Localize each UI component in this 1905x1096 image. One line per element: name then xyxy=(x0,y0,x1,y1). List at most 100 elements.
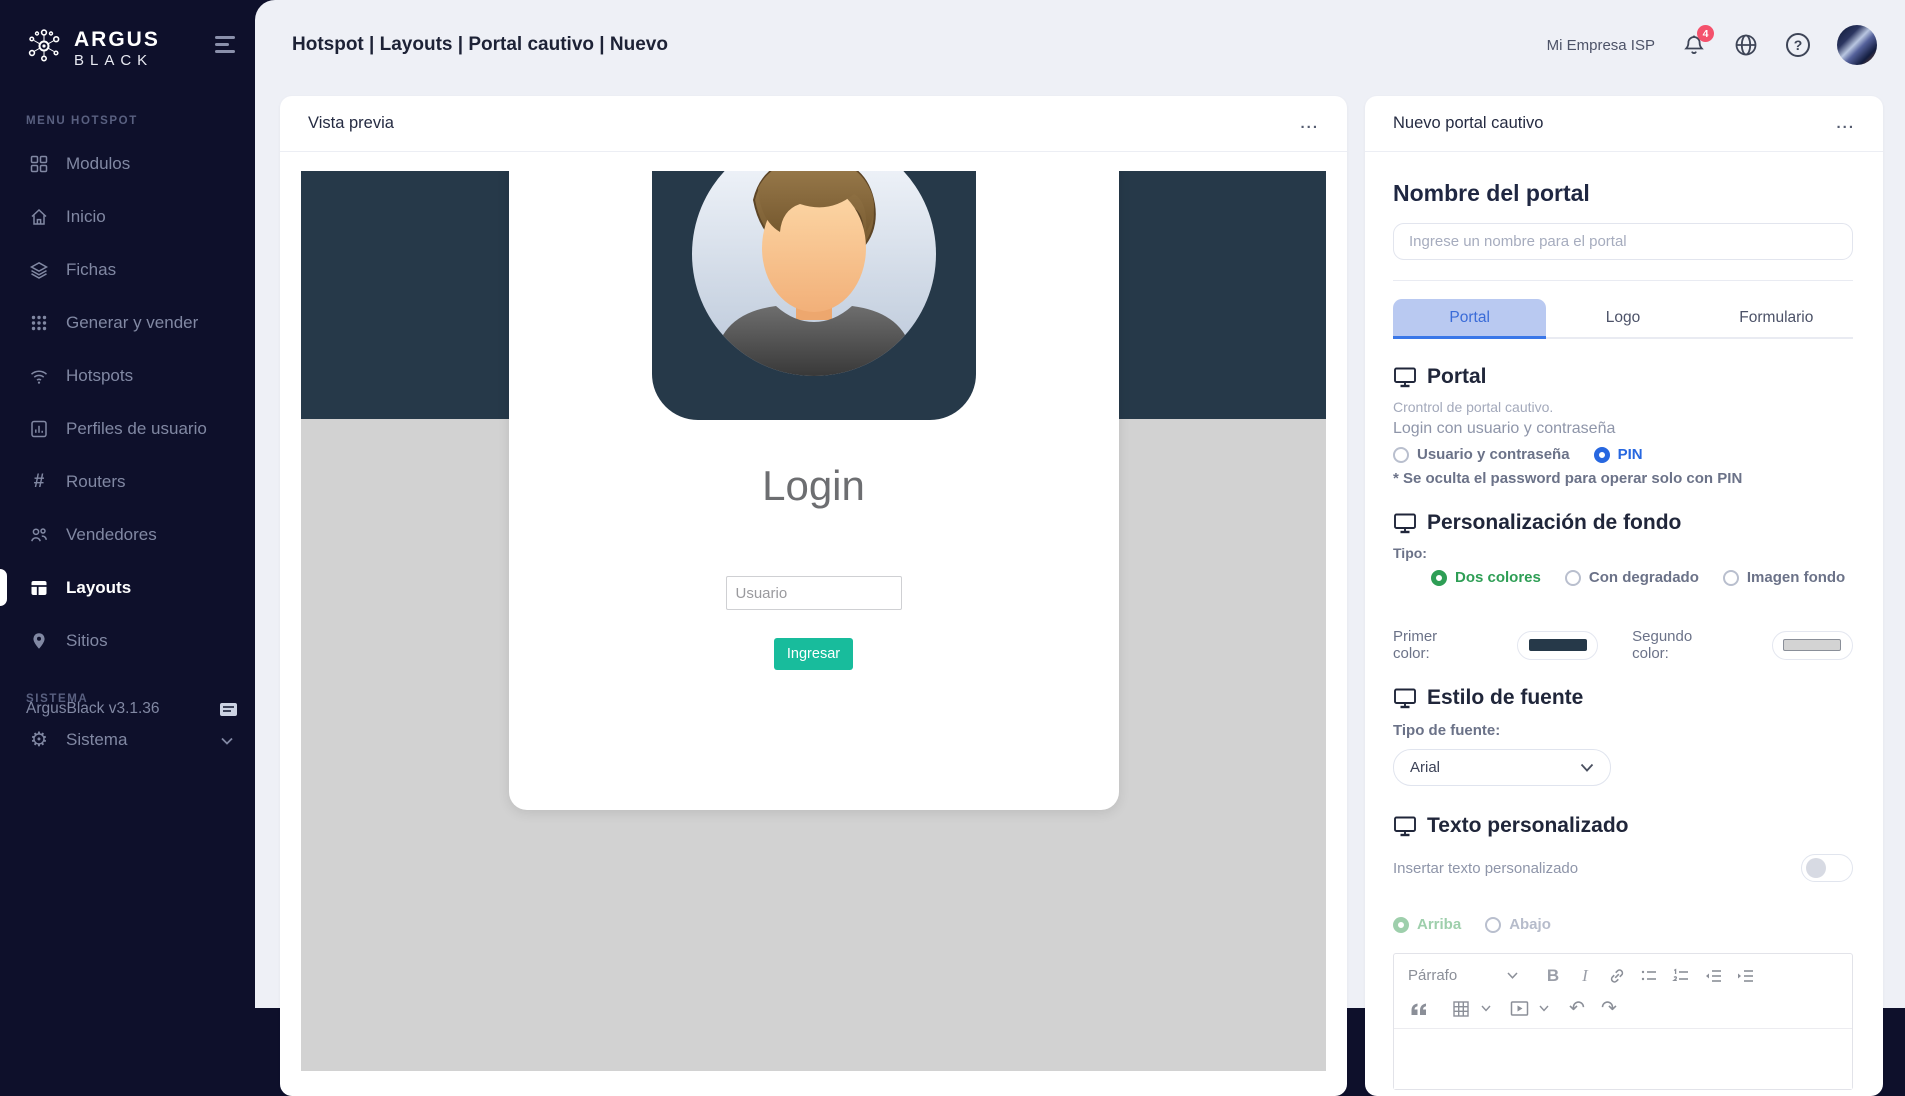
notifications-bell-icon[interactable]: 4 xyxy=(1681,32,1707,58)
portal-name-input[interactable] xyxy=(1393,223,1853,260)
sidebar-item-perfiles-de-usuario[interactable]: Perfiles de usuario xyxy=(0,402,255,455)
hash-icon: # xyxy=(28,471,50,493)
radio-label: Usuario y contraseña xyxy=(1417,446,1570,463)
paragraph-style-dropdown[interactable]: Párrafo xyxy=(1404,962,1522,990)
top-bar: Hotspot | Layouts | Portal cautivo | Nue… xyxy=(255,0,1905,90)
tab-formulario[interactable]: Formulario xyxy=(1700,299,1853,337)
home-icon xyxy=(28,206,50,228)
sidebar-footer: ArgusBlack v3.1.36 xyxy=(26,700,237,718)
molecule-logo-icon xyxy=(24,26,64,71)
segundo-color-label: Segundo color: xyxy=(1632,628,1732,662)
divider xyxy=(1393,280,1853,281)
radio-label: Abajo xyxy=(1509,916,1551,933)
tipo-label: Tipo: xyxy=(1393,545,1853,561)
card-menu-icon[interactable]: ... xyxy=(1300,121,1319,127)
sidebar-item-routers[interactable]: # Routers xyxy=(0,455,255,508)
radio-imagen-fondo[interactable]: Imagen fondo xyxy=(1723,569,1845,586)
sidebar-item-label: Fichas xyxy=(66,260,116,280)
primer-color-picker[interactable] xyxy=(1517,631,1598,660)
company-name: Mi Empresa ISP xyxy=(1547,37,1655,54)
radio-label: PIN xyxy=(1618,446,1643,463)
sidebar-item-sitios[interactable]: Sitios xyxy=(0,614,255,667)
breadcrumb: Hotspot | Layouts | Portal cautivo | Nue… xyxy=(292,34,668,56)
login-form: Ingresar xyxy=(509,576,1119,670)
fuente-section-heading: Estilo de fuente xyxy=(1393,686,1853,710)
monitor-icon xyxy=(1393,814,1417,838)
chevron-down-icon[interactable] xyxy=(1478,995,1494,1023)
username-input[interactable] xyxy=(726,576,902,610)
dots-grid-icon xyxy=(28,312,50,334)
radio-pin[interactable]: PIN xyxy=(1594,446,1643,463)
panel-title: Nuevo portal cautivo xyxy=(1393,114,1543,133)
sidebar-item-vendedores[interactable]: Vendedores xyxy=(0,508,255,561)
chevron-down-icon xyxy=(221,730,233,750)
radio-arriba[interactable]: Arriba xyxy=(1393,916,1461,933)
radio-label: Dos colores xyxy=(1455,569,1541,586)
italic-icon[interactable]: I xyxy=(1570,962,1600,990)
insert-table-icon[interactable] xyxy=(1446,995,1476,1023)
portal-desc1: Crontrol de portal cautivo. xyxy=(1393,399,1853,415)
portal-preview: Login Ingresar xyxy=(301,171,1326,1071)
user-avatar[interactable] xyxy=(1837,25,1877,65)
outdent-icon[interactable] xyxy=(1698,962,1728,990)
numbered-list-icon[interactable] xyxy=(1666,962,1696,990)
chevron-down-icon[interactable] xyxy=(1536,995,1552,1023)
radio-label: Con degradado xyxy=(1589,569,1699,586)
insert-media-icon[interactable] xyxy=(1504,995,1534,1023)
font-select[interactable]: Arial xyxy=(1393,749,1611,786)
brand-text: ARGUS BLACK xyxy=(74,29,160,68)
help-icon[interactable]: ? xyxy=(1785,32,1811,58)
radio-abajo[interactable]: Abajo xyxy=(1485,916,1551,933)
sidebar-item-hotspots[interactable]: Hotspots xyxy=(0,349,255,402)
editor-toolbar: Párrafo B I xyxy=(1394,954,1852,1028)
topbar-actions: Mi Empresa ISP 4 ? xyxy=(1547,0,1877,90)
language-globe-icon[interactable] xyxy=(1733,32,1759,58)
colors-row: Primer color: Segundo color: xyxy=(1393,628,1853,662)
undo-icon[interactable]: ↶ xyxy=(1562,995,1592,1023)
sidebar-item-label: Sitios xyxy=(66,631,108,651)
font-select-value: Arial xyxy=(1410,759,1440,776)
indent-icon[interactable] xyxy=(1730,962,1760,990)
radio-con-degradado[interactable]: Con degradado xyxy=(1565,569,1699,586)
bold-icon[interactable]: B xyxy=(1538,962,1568,990)
person-avatar-icon xyxy=(684,171,944,388)
layers-icon xyxy=(28,259,50,281)
link-icon[interactable] xyxy=(1602,962,1632,990)
sidebar-collapse-icon[interactable] xyxy=(215,36,235,57)
chevron-down-icon xyxy=(1507,972,1518,979)
card-menu-icon[interactable]: ... xyxy=(1836,121,1855,127)
profile-card-icon xyxy=(28,418,50,440)
map-pin-icon xyxy=(28,630,50,652)
sidebar-item-label: Modulos xyxy=(66,154,130,174)
sidebar-item-generar-y-vender[interactable]: Generar y vender xyxy=(0,296,255,349)
panel-tabs: Portal Logo Formulario xyxy=(1393,299,1853,339)
app-version: ArgusBlack v3.1.36 xyxy=(26,700,160,718)
sidebar-item-modulos[interactable]: Modulos xyxy=(0,137,255,190)
login-submit-button[interactable]: Ingresar xyxy=(774,638,853,670)
sidebar-item-fichas[interactable]: Fichas xyxy=(0,243,255,296)
sidebar-item-label: Inicio xyxy=(66,207,106,227)
sidebar-item-sistema[interactable]: ⚙ Sistema xyxy=(0,713,255,766)
sidebar-item-layouts[interactable]: Layouts xyxy=(0,561,255,614)
radio-usuario-contrasena[interactable]: Usuario y contraseña xyxy=(1393,446,1570,463)
insert-text-toggle[interactable] xyxy=(1801,854,1853,882)
sidebar-item-inicio[interactable]: Inicio xyxy=(0,190,255,243)
sidebar-item-label: Layouts xyxy=(66,578,131,598)
editor-content-area[interactable] xyxy=(1394,1029,1852,1089)
blockquote-icon[interactable] xyxy=(1404,995,1434,1023)
radio-circle-checked xyxy=(1594,447,1610,463)
modules-grid-icon xyxy=(28,153,50,175)
tab-portal[interactable]: Portal xyxy=(1393,299,1546,337)
sidebar-section-menu-hotspot: MENU HOTSPOT xyxy=(0,115,255,127)
tab-logo[interactable]: Logo xyxy=(1546,299,1699,337)
radio-dos-colores[interactable]: Dos colores xyxy=(1431,569,1541,586)
portal-name-label: Nombre del portal xyxy=(1393,180,1853,207)
login-avatar-tile xyxy=(652,171,976,420)
primer-color-swatch xyxy=(1529,639,1587,651)
language-icon[interactable] xyxy=(220,703,237,716)
bulleted-list-icon[interactable] xyxy=(1634,962,1664,990)
preview-card-title: Vista previa xyxy=(308,114,394,133)
redo-icon[interactable]: ↷ xyxy=(1594,995,1624,1023)
rich-text-editor: Párrafo B I xyxy=(1393,953,1853,1090)
segundo-color-picker[interactable] xyxy=(1772,631,1853,660)
